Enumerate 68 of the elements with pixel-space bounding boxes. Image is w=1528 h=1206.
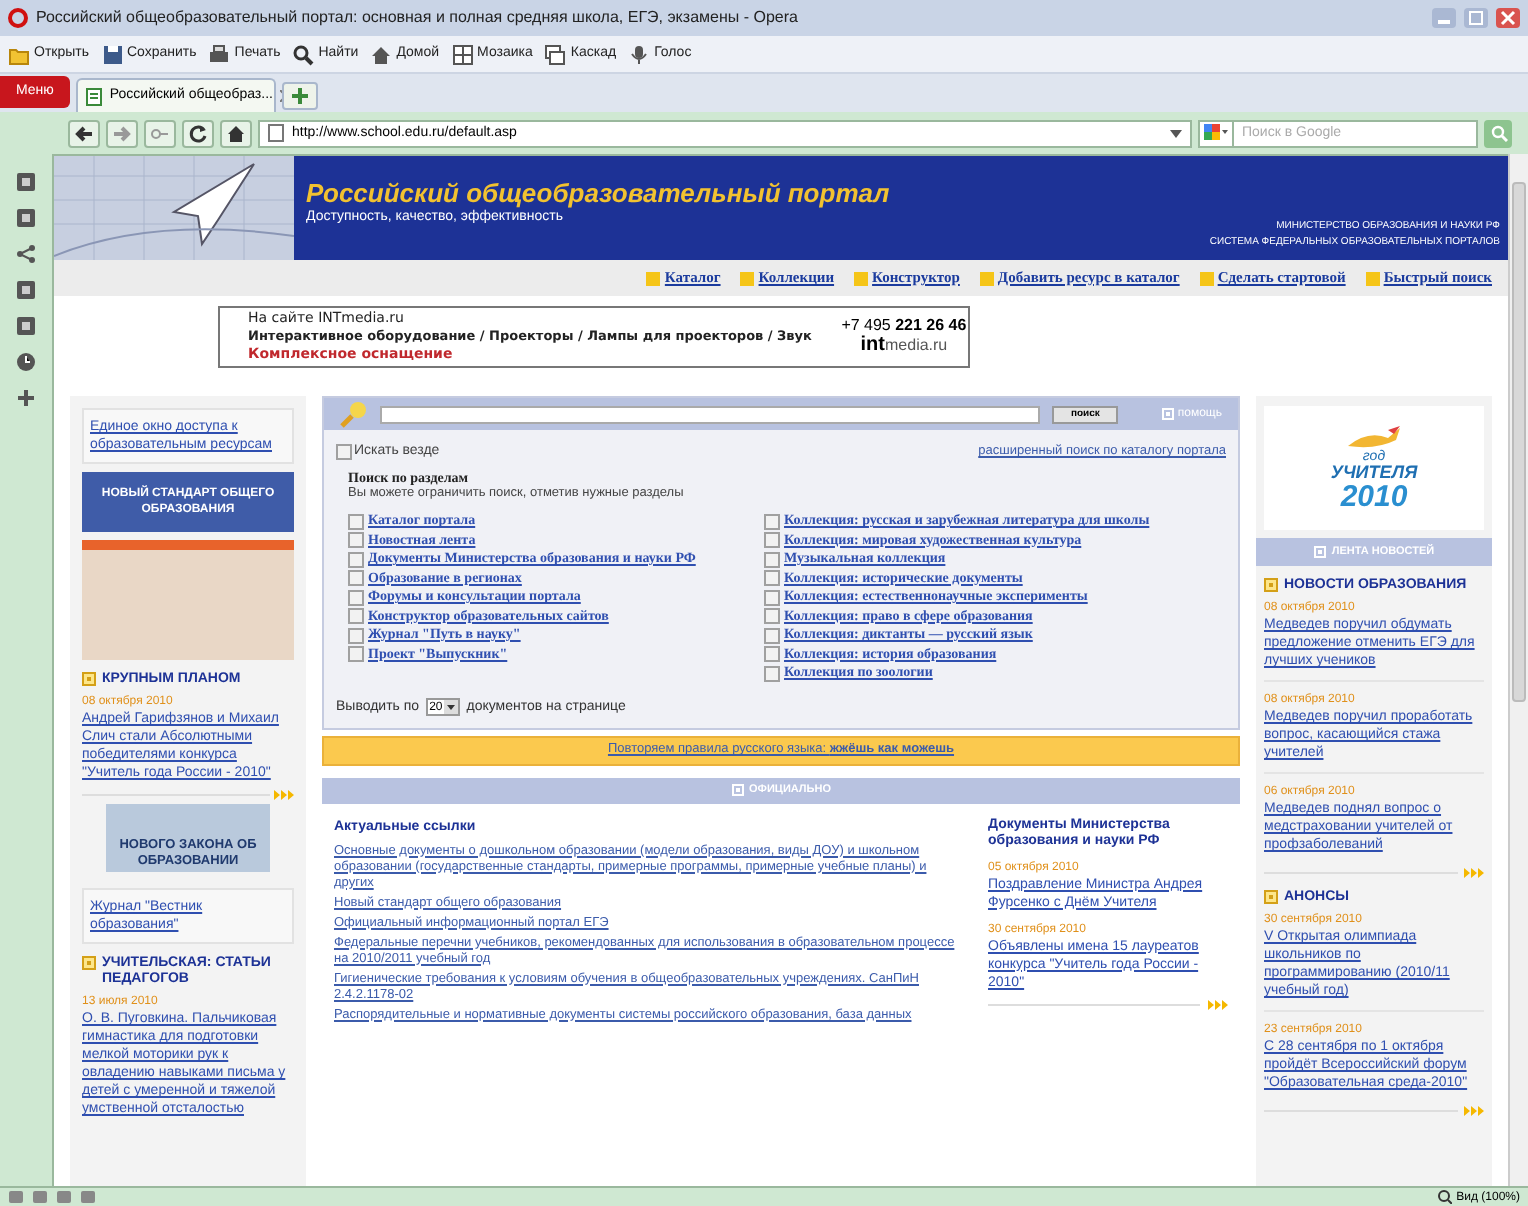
intmedia-logo: intmedia.ru — [860, 336, 948, 356]
windows-icon — [544, 43, 567, 65]
window-title: Российский общеобразовательный портал: основная и полная средняя школа, ЕГЭ, экзамены - Opera — [36, 8, 800, 28]
forward-arrow-icon — [112, 123, 132, 143]
more-arrows-icon — [1464, 868, 1484, 878]
checkbox[interactable] — [348, 627, 364, 643]
new-tab-button[interactable] — [281, 82, 318, 110]
more-arrows-icon — [1208, 999, 1228, 1009]
checkbox[interactable] — [348, 589, 364, 605]
dropdown-arrow-icon — [1170, 129, 1182, 137]
more-arrows-icon — [274, 790, 294, 800]
checkbox[interactable] — [764, 646, 780, 662]
nav-button[interactable] — [68, 119, 100, 147]
checkbox[interactable] — [764, 570, 780, 586]
checkbox[interactable] — [764, 551, 780, 567]
square-bullet-icon — [1264, 890, 1278, 904]
page-icon — [268, 124, 284, 142]
checkbox[interactable] — [764, 608, 780, 624]
portal-title: Российский общеобразовательный портал — [306, 180, 892, 208]
checkbox[interactable] — [348, 570, 364, 586]
minimize-icon[interactable] — [1432, 8, 1456, 28]
share-icon[interactable] — [16, 244, 36, 264]
search-icon — [292, 43, 315, 65]
key-icon — [150, 123, 170, 143]
close-icon[interactable] — [1496, 8, 1520, 28]
plus-icon — [291, 88, 308, 104]
home-icon — [370, 43, 393, 65]
search-engine-icon — [1204, 124, 1228, 142]
checkbox[interactable] — [348, 551, 364, 567]
search-icon — [1489, 124, 1507, 142]
nav-button[interactable] — [220, 119, 252, 147]
opera-logo-icon — [8, 8, 28, 28]
checkbox[interactable] — [348, 646, 364, 662]
checkbox[interactable] — [764, 589, 780, 605]
zoom-icon — [1438, 1190, 1453, 1204]
checkbox[interactable] — [336, 444, 352, 460]
checkbox[interactable] — [764, 665, 780, 681]
square-bullet-icon — [1161, 408, 1174, 420]
printer-icon — [208, 43, 231, 65]
back-arrow-icon — [74, 123, 94, 143]
magnifier-icon — [340, 400, 368, 428]
phone-number: +7 495 221 26 46 — [841, 316, 967, 335]
clock-icon[interactable] — [16, 352, 36, 372]
checkbox[interactable] — [764, 627, 780, 643]
page-icon — [85, 87, 102, 105]
square-bullet-icon — [82, 672, 96, 686]
checkbox[interactable] — [764, 513, 780, 529]
grid-icon — [451, 43, 474, 65]
microphone-icon — [628, 43, 651, 65]
scrollbar-thumb[interactable] — [1512, 182, 1526, 702]
square-bullet-icon — [82, 956, 96, 970]
nav-button[interactable] — [182, 119, 214, 147]
checkbox[interactable] — [348, 608, 364, 624]
square-bullet-icon — [1264, 578, 1278, 592]
home-icon — [226, 123, 246, 143]
plus-icon[interactable] — [16, 388, 36, 408]
square-bullet-icon — [1313, 546, 1326, 558]
more-arrows-icon — [1464, 1106, 1484, 1116]
search-go-button[interactable] — [1484, 119, 1512, 147]
square-bullet-icon — [731, 784, 743, 796]
dropdown-arrow-icon — [444, 700, 459, 714]
checkbox[interactable] — [764, 532, 780, 548]
checkbox[interactable] — [348, 532, 364, 548]
search-engine-button[interactable] — [1198, 119, 1234, 147]
search-input[interactable] — [380, 405, 1041, 423]
reload-icon — [188, 123, 208, 143]
maximize-icon[interactable] — [1464, 8, 1488, 28]
checkbox[interactable] — [348, 513, 364, 529]
